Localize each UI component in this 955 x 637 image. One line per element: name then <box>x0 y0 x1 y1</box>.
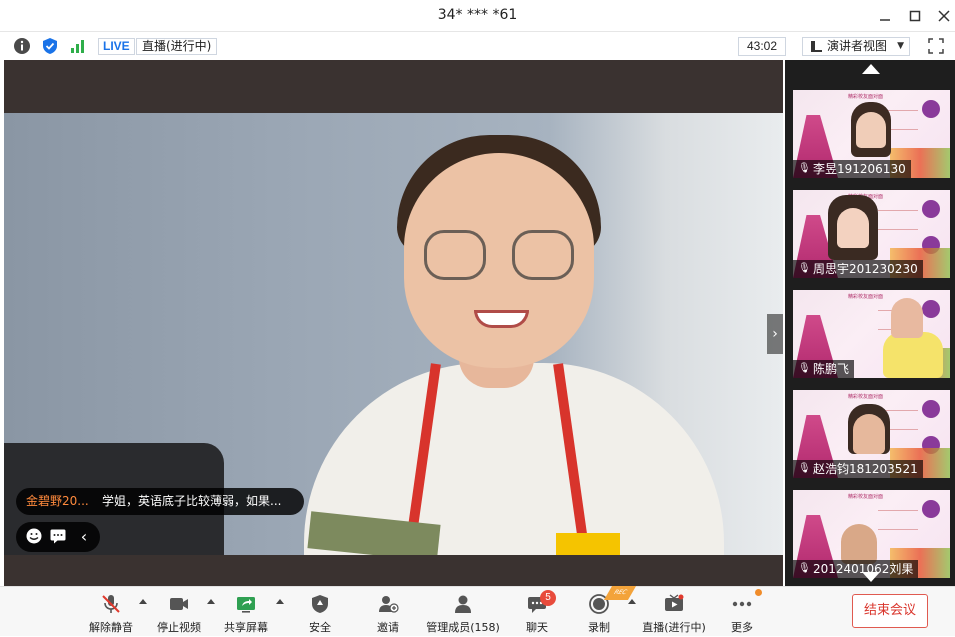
participant-name: 赵浩钧181203521 <box>793 460 923 478</box>
participant-name: 2012401062刘果 <box>793 560 919 578</box>
end-meeting-button[interactable]: 结束会议 <box>852 594 928 628</box>
muted-mic-icon: 🎙 <box>798 463 811 474</box>
maximize-icon <box>909 10 921 22</box>
muted-mic-icon <box>102 595 120 613</box>
security-button[interactable]: 安全 <box>298 587 342 637</box>
more-label: 更多 <box>731 621 753 634</box>
muted-mic-icon: 🎙 <box>798 163 811 174</box>
meeting-toolbar: 解除静音 停止视频 共享屏幕 安全 邀请 管理成员(158) 聊天 5 录制 直… <box>0 586 955 636</box>
chat-message: 学姐，英语底子比较薄弱，如果... <box>102 494 282 508</box>
close-button[interactable] <box>932 4 955 28</box>
meeting-info-bar: LIVE 直播(进行中) 43:02 演讲者视图 ▼ <box>0 32 955 60</box>
participant-face <box>841 524 877 564</box>
participant-face <box>891 298 923 338</box>
participant-tile[interactable]: 精彩校友面对面 周思宇201230230 🎙 <box>793 190 950 278</box>
speaker-view-label: 演讲者视图 <box>827 39 888 53</box>
slide-text-lines <box>878 210 918 230</box>
chat-tools: ‹ <box>16 522 100 552</box>
chevron-down-icon: ▼ <box>897 41 904 51</box>
participant-tile[interactable]: 精彩校友面对面 2012401062刘果 🎙 <box>793 490 950 578</box>
badge-card <box>556 533 620 555</box>
video-camera-icon <box>170 598 188 610</box>
maximize-button[interactable] <box>903 4 927 28</box>
fullscreen-icon[interactable] <box>928 38 944 54</box>
stop-video-button[interactable]: 停止视频 <box>153 587 205 637</box>
video-options-caret-icon[interactable] <box>207 599 215 604</box>
live-status[interactable]: 直播(进行中) <box>136 38 218 55</box>
scroll-up-icon[interactable] <box>862 64 880 74</box>
notification-dot <box>755 589 762 596</box>
shield-icon[interactable] <box>41 37 59 55</box>
invite-label: 邀请 <box>377 621 399 634</box>
slide-title: 精彩校友面对面 <box>848 294 884 300</box>
live-stream-button[interactable]: 直播(进行中) <box>640 587 708 637</box>
collapse-chat-icon[interactable]: ‹ <box>74 527 94 547</box>
school-logo-icon <box>922 100 940 118</box>
title-bar: 34* *** *61 <box>0 0 955 32</box>
unmute-label: 解除静音 <box>89 621 133 634</box>
share-screen-button[interactable]: 共享屏幕 <box>220 587 272 637</box>
live-stream-icon <box>665 594 684 611</box>
scroll-down-icon[interactable] <box>862 572 880 582</box>
speaker-view-icon <box>811 41 822 52</box>
speaker-view-button[interactable]: 演讲者视图 ▼ <box>802 37 910 56</box>
manage-members-button[interactable]: 管理成员(158) <box>425 587 501 637</box>
chevron-right-icon: › <box>772 326 778 342</box>
record-label: 录制 <box>588 621 610 634</box>
signal-icon[interactable] <box>69 37 87 55</box>
participant-face <box>853 414 885 454</box>
live-badge: LIVE <box>98 38 135 55</box>
chat-bubble[interactable]: 金碧野20... 学姐，英语底子比较薄弱，如果... <box>16 488 304 515</box>
participant-face <box>837 208 869 248</box>
school-logo-icon <box>922 400 940 418</box>
muted-mic-icon: 🎙 <box>798 363 811 374</box>
participant-video <box>883 332 943 378</box>
invite-button[interactable]: 邀请 <box>366 587 410 637</box>
glasses-right <box>512 230 574 280</box>
minimize-button[interactable] <box>873 4 897 28</box>
slide-title: 精彩校友面对面 <box>848 394 884 400</box>
share-options-caret-icon[interactable] <box>276 599 284 604</box>
participant-tile[interactable]: 精彩校友面对面 陈鹏飞 🎙 <box>793 290 950 378</box>
share-screen-label: 共享屏幕 <box>224 621 268 634</box>
members-icon <box>455 595 471 613</box>
slide-title: 精彩校友面对面 <box>848 494 884 500</box>
participant-tile[interactable]: 精彩校友面对面 赵浩钧181203521 🎙 <box>793 390 950 478</box>
add-user-icon <box>379 596 399 613</box>
close-icon <box>938 10 950 22</box>
chat-unread-badge: 5 <box>540 590 556 606</box>
info-icon[interactable] <box>13 37 31 55</box>
minimize-icon <box>880 19 890 21</box>
next-page-button[interactable]: › <box>767 314 783 354</box>
share-screen-icon <box>237 597 255 613</box>
slide-text-lines <box>878 510 918 530</box>
chat-label: 聊天 <box>526 621 548 634</box>
emoji-icon[interactable] <box>24 527 44 547</box>
muted-mic-icon: 🎙 <box>798 263 811 274</box>
school-logo-icon <box>922 300 940 318</box>
window-title: 34* *** *61 <box>437 7 518 23</box>
chat-sender: 金碧野20... <box>26 494 89 508</box>
more-dots-icon <box>732 601 752 607</box>
glasses-left <box>424 230 486 280</box>
participant-name: 周思宇201230230 <box>793 260 923 278</box>
security-shield-icon <box>312 595 328 613</box>
participant-tile[interactable]: 精彩校友面对面 李昱191206130 🎙 <box>793 90 950 178</box>
muted-mic-icon: 🎙 <box>798 563 811 574</box>
meeting-timer: 43:02 <box>738 37 786 56</box>
school-logo-icon <box>922 500 940 518</box>
participant-face <box>856 112 886 148</box>
slide-title: 精彩校友面对面 <box>848 94 884 100</box>
school-logo-icon <box>922 200 940 218</box>
unmute-button[interactable]: 解除静音 <box>85 587 137 637</box>
record-options-caret-icon[interactable] <box>628 599 636 604</box>
audio-options-caret-icon[interactable] <box>139 599 147 604</box>
live-stream-label: 直播(进行中) <box>642 621 706 634</box>
stop-video-label: 停止视频 <box>157 621 201 634</box>
manage-members-label: 管理成员(158) <box>426 621 500 634</box>
security-label: 安全 <box>309 621 331 634</box>
message-icon[interactable] <box>48 527 68 547</box>
